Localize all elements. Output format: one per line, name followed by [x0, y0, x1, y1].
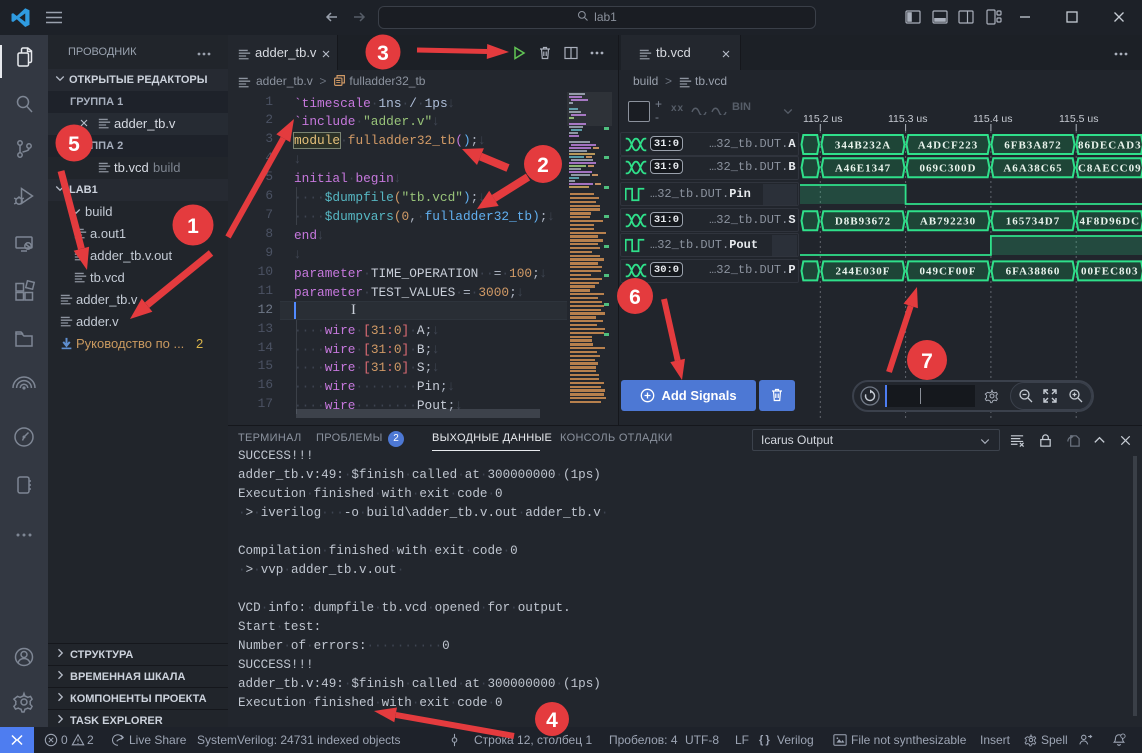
svg-text:1: 1	[187, 215, 199, 238]
svg-text:4: 4	[546, 709, 558, 732]
svg-text:5: 5	[68, 133, 80, 156]
svg-text:3: 3	[377, 42, 389, 65]
svg-text:6: 6	[629, 286, 641, 309]
svg-text:7: 7	[921, 350, 933, 373]
svg-text:2: 2	[537, 154, 549, 177]
